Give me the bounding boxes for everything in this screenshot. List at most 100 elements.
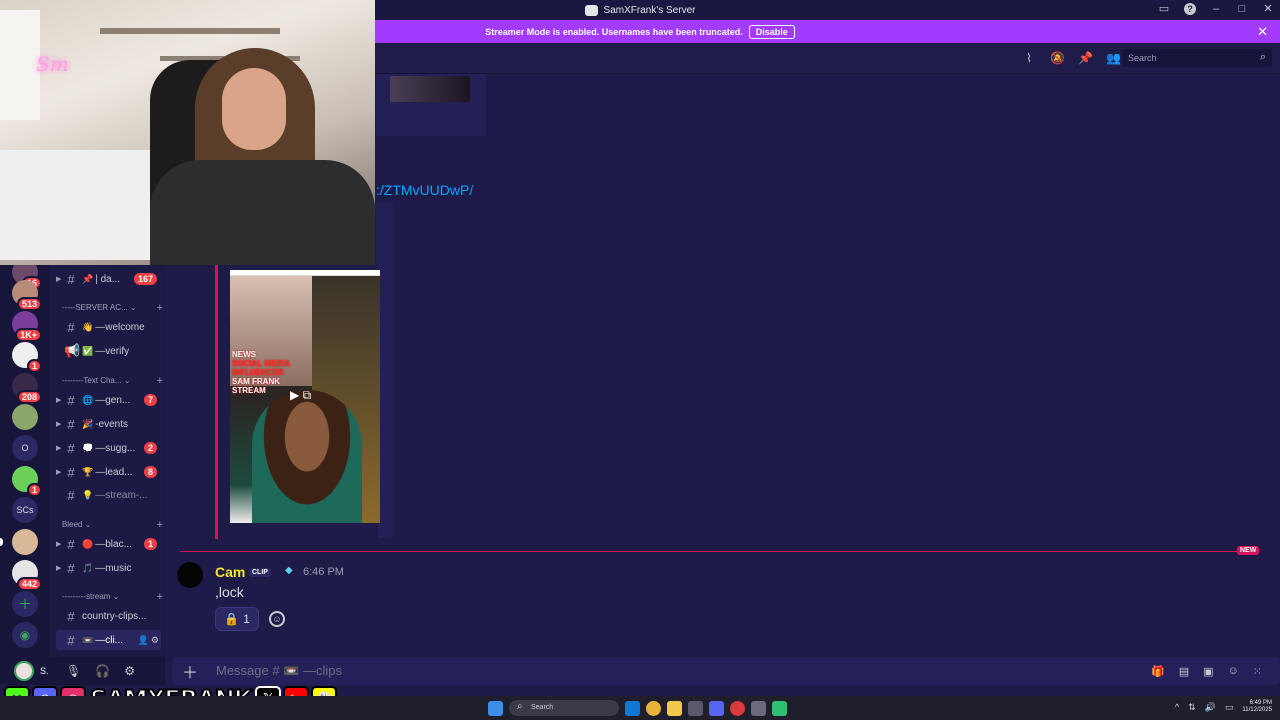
hash-icon: # xyxy=(67,271,75,287)
add-channel-icon[interactable]: + xyxy=(157,591,163,603)
unread-pill xyxy=(0,538,3,546)
neon-sign: Sm xyxy=(36,52,69,76)
mention-badge: 167 xyxy=(133,273,157,285)
start-button-icon[interactable] xyxy=(488,700,503,716)
channel-item[interactable]: 📢 ✅ —verify xyxy=(56,341,161,361)
server-rail: 16 513 1K+ 1 208 O 1 SCs 442 ＋ ◉ xyxy=(0,259,50,685)
app-icon[interactable] xyxy=(772,700,787,716)
avatar[interactable] xyxy=(177,562,203,588)
server-icon[interactable]: 513 xyxy=(12,280,42,311)
close-banner-icon[interactable]: ✕ xyxy=(1257,24,1268,40)
channel-item[interactable]: ▶ # 🌐 —gen... 7 xyxy=(56,390,161,410)
video-thumbnail[interactable]: NEWS SOCIAL MEDIA INFLUENCER SAM FRANK S… xyxy=(230,270,380,523)
message-author[interactable]: Cam xyxy=(215,564,245,580)
category-bleed[interactable]: Bleed ⌄ + xyxy=(62,519,163,531)
category-stream[interactable]: ---------stream ⌄ + xyxy=(62,591,163,603)
add-reaction-icon[interactable]: ☺ xyxy=(269,611,285,627)
server-icon[interactable]: 208 xyxy=(12,373,42,404)
reaction-lock[interactable]: 🔒 1 xyxy=(215,607,259,631)
sticker-icon[interactable]: ▣ xyxy=(1203,665,1213,678)
apps-icon[interactable]: ⁙ xyxy=(1253,665,1262,678)
embed-image[interactable] xyxy=(390,76,470,102)
browser-icon[interactable] xyxy=(730,700,745,716)
channel-item[interactable]: # 👋 —welcome xyxy=(56,317,161,337)
new-messages-divider xyxy=(180,551,1255,552)
category-server-access[interactable]: -----SERVER AC... ⌄ + xyxy=(62,302,163,314)
channel-item[interactable]: ▶ # 💭 —sugg... 2 xyxy=(56,438,161,458)
channel-settings-icon[interactable]: ⚙ xyxy=(151,635,159,646)
server-icon[interactable]: SCs xyxy=(12,497,38,523)
emoji-icon[interactable]: ☺ xyxy=(1228,665,1239,678)
channel-item[interactable]: ▶ # 🎉 -events xyxy=(56,414,161,434)
thumbnail-headline: NEWS SOCIAL MEDIA INFLUENCER SAM FRANK S… xyxy=(232,350,290,395)
clock[interactable]: 6:49 PM 11/12/2025 xyxy=(1242,700,1272,714)
server-icon[interactable] xyxy=(12,404,38,430)
hash-icon: # xyxy=(67,464,75,480)
server-icon[interactable]: O xyxy=(12,435,38,461)
announcement-icon: 📢 xyxy=(64,343,81,358)
server-icon[interactable]: 442 xyxy=(12,560,42,591)
invite-icon[interactable]: 👤 xyxy=(138,635,149,646)
edge-icon[interactable] xyxy=(625,700,640,716)
hash-icon: # xyxy=(67,416,75,432)
channel-item[interactable]: ▶ # 🎵 —music xyxy=(56,558,161,578)
add-channel-icon[interactable]: + xyxy=(157,302,163,314)
hash-icon: # xyxy=(67,560,75,576)
message-link[interactable]: ⁠:/ZTMvUUDwP/ xyxy=(376,182,473,198)
play-icon[interactable]: ▶ ⧉ xyxy=(290,388,311,403)
disable-streamer-mode-button[interactable]: Disable xyxy=(748,24,795,39)
store-icon[interactable] xyxy=(688,700,703,716)
server-icon[interactable]: 1 xyxy=(12,466,42,497)
gift-icon[interactable]: 🎁 xyxy=(1151,665,1165,678)
user-settings-icon[interactable]: ⚙ xyxy=(124,664,135,678)
server-icon[interactable] xyxy=(12,529,38,555)
discord-taskbar-icon[interactable] xyxy=(709,700,724,716)
pinned-icon[interactable]: 📌 xyxy=(1078,51,1093,65)
webcam-person-face xyxy=(222,68,286,150)
minimize-icon[interactable]: – xyxy=(1210,3,1222,15)
threads-icon[interactable]: ⌇ xyxy=(1022,51,1036,65)
help-icon[interactable]: ? xyxy=(1184,3,1196,15)
webcam-shelf xyxy=(100,28,280,34)
category-text-channels[interactable]: --------Text Cha... ⌄ + xyxy=(62,375,163,387)
channel-item[interactable]: ▶ # 🔴 —blac... 1 xyxy=(56,534,161,554)
file-explorer-icon[interactable] xyxy=(667,700,682,716)
headphones-icon[interactable]: 🎧 xyxy=(95,664,110,678)
channel-item[interactable]: # 💡 —stream-... xyxy=(56,485,161,505)
username[interactable]: S. xyxy=(40,666,54,676)
inbox-icon[interactable]: ▭ xyxy=(1158,3,1170,15)
volume-icon[interactable]: 🔊 xyxy=(1205,702,1216,713)
add-channel-icon[interactable]: + xyxy=(157,375,163,387)
channel-item-active[interactable]: # 📼 —cli... 👤 ⚙ xyxy=(56,630,161,650)
mention-badge: 1 xyxy=(143,538,157,550)
maximize-icon[interactable]: □ xyxy=(1236,3,1248,15)
settings-icon[interactable] xyxy=(751,700,766,716)
mention-badge: 2 xyxy=(143,442,157,454)
chrome-icon[interactable] xyxy=(646,700,661,716)
channel-item[interactable]: ▶ # 📌 | da... 167 xyxy=(56,269,161,289)
clan-tag[interactable]: CLIP xyxy=(249,568,271,577)
gif-icon[interactable]: ▤ xyxy=(1179,665,1189,678)
attach-plus-icon[interactable]: ＋ xyxy=(182,659,198,683)
battery-icon[interactable]: ▭ xyxy=(1225,702,1234,713)
channel-item[interactable]: ▶ # 🏆 —lead... 8 xyxy=(56,462,161,482)
channel-item[interactable]: # country-clips... xyxy=(56,606,161,626)
mute-bell-icon[interactable]: 🔕 xyxy=(1050,51,1065,65)
discover-icon[interactable]: ◉ xyxy=(12,622,38,648)
search-input[interactable]: Search ⌕ xyxy=(1122,49,1272,67)
hash-icon: # xyxy=(67,487,75,503)
microphone-icon[interactable]: 🎙 xyxy=(66,664,81,678)
server-icon[interactable]: 1K+ xyxy=(12,311,42,342)
avatar[interactable] xyxy=(14,661,34,681)
chevron-up-icon[interactable]: ^ xyxy=(1175,702,1179,712)
server-icon[interactable]: 1 xyxy=(12,342,42,373)
close-window-icon[interactable]: ✕ xyxy=(1262,3,1274,15)
network-icon[interactable]: ⇅ xyxy=(1188,702,1196,713)
message-composer[interactable]: ＋ Message # 📼 —clips 🎁 ▤ ▣ ☺ ⁙ xyxy=(172,657,1280,685)
discord-logo-icon xyxy=(584,4,598,16)
webcam-bed xyxy=(0,150,150,260)
add-channel-icon[interactable]: + xyxy=(157,519,163,531)
taskbar-search[interactable]: Search xyxy=(509,700,619,716)
add-server-icon[interactable]: ＋ xyxy=(12,591,38,617)
member-list-icon[interactable]: 👥 xyxy=(1106,51,1121,65)
